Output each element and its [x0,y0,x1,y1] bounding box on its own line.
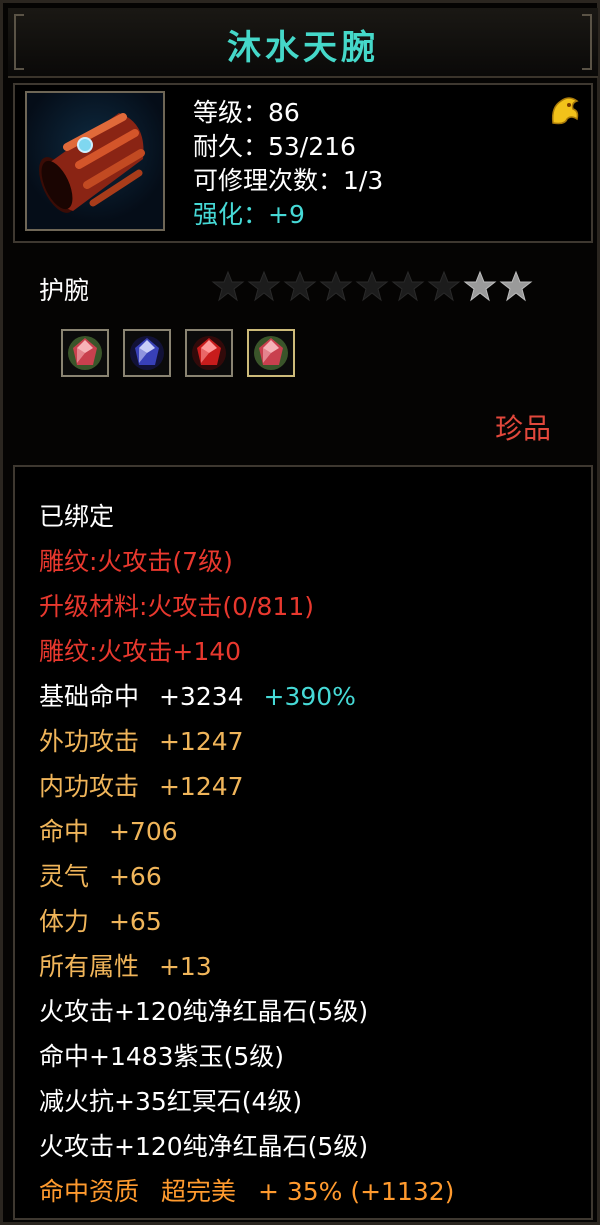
gem-effect-2: 命中+1483紫玉(5级) [39,1042,284,1071]
stamina-label: 体力 [39,907,90,936]
item-repair-count: 可修理次数：1/3 [193,166,384,195]
all-attributes-label: 所有属性 [39,952,140,981]
internal-attack-value: +1247 [158,772,244,801]
item-rarity: 珍品 [494,412,551,445]
internal-attack-label: 内功攻击 [39,772,140,801]
item-type: 护腕 [39,276,90,305]
base-hit-percent: +390% [263,682,356,711]
star-empty-icon [319,269,353,303]
engrave-line: 雕纹:火攻击(7级) [39,547,233,576]
gem-effect-3: 减火抗+35红冥石(4级) [39,1087,303,1116]
pink-gem-icon[interactable] [247,329,295,377]
spirit-line: 灵气 +66 [39,857,162,893]
star-filled-icon [463,269,497,303]
external-attack-value: +1247 [158,727,244,756]
internal-attack-line: 内功攻击 +1247 [39,767,244,803]
hit-quality-line: 命中资质 超完美 + 35% (+1132) [39,1172,454,1208]
upgrade-material-line: 升级材料:火攻击(0/811) [39,592,314,621]
item-durability: 耐久：53/216 [193,132,356,161]
hit-quality-label: 命中资质 [39,1177,140,1206]
pink-gem-icon[interactable] [61,329,109,377]
gold-dragon-badge-icon [547,93,583,129]
star-empty-icon [283,269,317,303]
red-ruby-icon[interactable] [185,329,233,377]
engrave-bonus-line: 雕纹:火攻击+140 [39,637,242,666]
hit-quality-value: + 35% (+1132) [257,1177,455,1206]
hit-value: +706 [108,817,178,846]
spirit-label: 灵气 [39,862,90,891]
hit-line: 命中 +706 [39,812,178,848]
stamina-line: 体力 +65 [39,902,162,938]
item-enhance-level: 强化：+9 [193,200,305,229]
star-empty-icon [247,269,281,303]
item-name: 沐水天腕 [227,28,379,68]
hit-label: 命中 [39,817,90,846]
attribute-panel: 已绑定 雕纹:火攻击(7级) 升级材料:火攻击(0/811) 雕纹:火攻击+14… [13,465,593,1220]
blue-sapphire-icon[interactable] [123,329,171,377]
base-hit-value: +3234 [158,682,244,711]
base-hit-line: 基础命中 +3234 +390% [39,677,356,713]
external-attack-line: 外功攻击 +1247 [39,722,244,758]
title-bar: 沐水天腕 [8,8,598,78]
star-empty-icon [211,269,245,303]
gem-effect-4: 火攻击+120纯净红晶石(5级) [39,1132,369,1161]
item-header: 等级：86 耐久：53/216 可修理次数：1/3 强化：+9 [13,83,593,243]
star-empty-icon [427,269,461,303]
gem-effect-1: 火攻击+120纯净红晶石(5级) [39,997,369,1026]
hit-quality-grade: 超完美 [160,1177,236,1206]
item-tooltip: 沐水天腕 等级：86 耐久：53/216 可修理次数：1/3 强化：+9 护腕 … [0,0,600,1225]
spirit-value: +66 [108,862,162,891]
star-empty-icon [391,269,425,303]
item-level: 等级：86 [193,98,300,127]
bound-status: 已绑定 [39,502,115,531]
all-attributes-line: 所有属性 +13 [39,947,212,983]
base-hit-label: 基础命中 [39,682,140,711]
star-empty-icon [355,269,389,303]
star-filled-icon [499,269,533,303]
external-attack-label: 外功攻击 [39,727,140,756]
all-attributes-value: +13 [158,952,212,981]
bracer-item-icon [25,91,165,231]
stamina-value: +65 [108,907,162,936]
